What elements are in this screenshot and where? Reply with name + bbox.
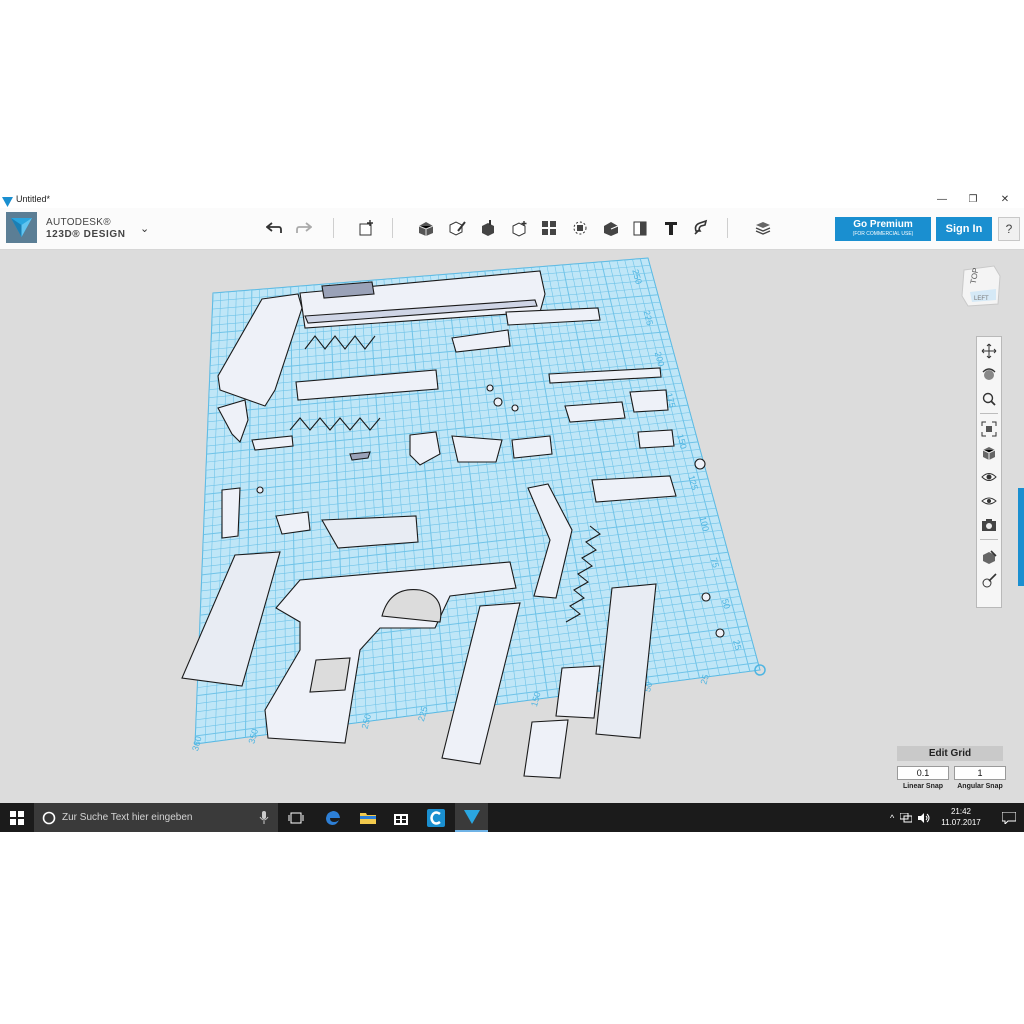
undo-icon[interactable] <box>263 217 285 239</box>
magwell-window-part <box>309 657 351 693</box>
navigation-bar <box>976 336 1002 608</box>
title-bar: Untitled* — ❐ ✕ <box>0 191 1024 208</box>
pin-part <box>694 458 706 470</box>
redo-icon[interactable] <box>293 217 315 239</box>
material-icon[interactable] <box>752 217 774 239</box>
minimize-button[interactable]: — <box>925 191 959 208</box>
modify-icon[interactable] <box>477 217 499 239</box>
plunger-part <box>275 511 311 535</box>
ejector-part <box>221 487 241 539</box>
mag-catch-part <box>511 435 553 459</box>
measure-icon[interactable] <box>600 217 622 239</box>
toolbar-divider <box>392 218 393 238</box>
system-tray: ^ <box>890 803 936 832</box>
chevron-down-icon[interactable]: ⌄ <box>140 222 149 235</box>
screenshot-icon[interactable] <box>979 515 999 535</box>
materials-icon[interactable] <box>979 571 999 591</box>
microphone-icon[interactable] <box>259 811 269 824</box>
pin-part <box>256 486 264 494</box>
pattern-icon[interactable] <box>508 217 530 239</box>
brand-autodesk: AUTODESK® <box>46 217 111 228</box>
workplane-scene[interactable]: 250225200175150125100755025 360350325250… <box>0 250 1024 803</box>
brand-product: 123D® DESIGN <box>46 229 126 240</box>
pin-part <box>486 384 494 392</box>
edit-grid-panel: Edit Grid 0.1 1 Linear Snap Angular Snap <box>895 746 1007 802</box>
pin-part <box>701 592 711 602</box>
primitives-icon[interactable] <box>355 217 377 239</box>
view-cube-left-label: LEFT <box>974 296 989 302</box>
linear-snap-input[interactable]: 0.1 <box>897 766 949 780</box>
close-button[interactable]: ✕ <box>988 191 1022 208</box>
view-mode-icon[interactable] <box>979 443 999 463</box>
app-window: Untitled* — ❐ ✕ AUTODESK® 123D® DESIGN ⌄ <box>0 191 1024 832</box>
view-cube[interactable]: TOP LEFT <box>960 262 1002 308</box>
notification-center-icon[interactable] <box>993 803 1024 832</box>
pin-part <box>715 628 725 638</box>
chevron-up-icon[interactable]: ^ <box>890 813 894 823</box>
text-tool-icon[interactable] <box>660 217 682 239</box>
angular-snap-input[interactable]: 1 <box>954 766 1006 780</box>
grip-bushing-part <box>523 719 569 779</box>
toolbar-divider <box>333 218 334 238</box>
viewport[interactable]: 250225200175150125100755025 360350325250… <box>0 250 1024 803</box>
sketch-icon[interactable] <box>415 217 437 239</box>
pin-part <box>493 397 503 407</box>
store-icon[interactable] <box>384 803 417 832</box>
edit-grid-button[interactable]: Edit Grid <box>897 746 1003 761</box>
trigger-part <box>321 515 419 549</box>
restore-button[interactable]: ❐ <box>956 191 990 208</box>
text-icon[interactable] <box>630 217 652 239</box>
thumb-safety-part <box>564 401 626 423</box>
toolbar-divider <box>727 218 728 238</box>
search-placeholder: Zur Suche Text hier eingeben <box>62 812 193 823</box>
grip-safety-part <box>629 389 669 413</box>
plunger-tube-part <box>637 429 675 449</box>
window-title: Untitled* <box>16 194 51 204</box>
base-plate-part <box>555 665 601 719</box>
main-toolbar: AUTODESK® 123D® DESIGN ⌄ Go Premium (FOR… <box>0 208 1024 250</box>
clock-date: 11.07.2017 <box>941 818 981 827</box>
side-panel-tab[interactable] <box>1018 488 1024 586</box>
taskbar-search[interactable]: Zur Suche Text hier eingeben <box>34 803 278 832</box>
start-button[interactable] <box>0 803 34 832</box>
angular-snap-label: Angular Snap <box>957 783 1003 790</box>
app-menu-logo[interactable] <box>6 212 37 243</box>
zoom-icon[interactable] <box>979 389 999 409</box>
grid-label: 360 <box>190 735 204 752</box>
edge-browser-icon[interactable] <box>316 803 349 832</box>
windows-taskbar: Zur Suche Text hier eingeben ^ 21:42 11.… <box>0 803 1024 832</box>
go-premium-sublabel: (FOR COMMERCIAL USE) <box>852 231 914 237</box>
pan-icon[interactable] <box>979 341 999 361</box>
grouping-icon[interactable] <box>538 217 560 239</box>
go-premium-button[interactable]: Go Premium (FOR COMMERCIAL USE) <box>835 217 931 241</box>
windows-logo-icon <box>10 810 24 825</box>
cortana-icon <box>42 811 56 825</box>
taskbar-clock[interactable]: 21:42 11.07.2017 <box>938 806 984 828</box>
autodesk-123d-taskbar-icon[interactable] <box>455 803 488 832</box>
linear-snap-label: Linear Snap <box>902 783 944 790</box>
task-view-icon[interactable] <box>279 803 312 832</box>
construct-icon[interactable] <box>446 217 468 239</box>
pin-part <box>511 404 519 412</box>
orbit-icon[interactable] <box>979 365 999 385</box>
snap-tool-icon[interactable] <box>979 547 999 567</box>
help-button[interactable]: ? <box>998 217 1020 241</box>
clock-time: 21:42 <box>950 807 972 816</box>
sign-in-button[interactable]: Sign In <box>936 217 992 241</box>
disconnector-part <box>451 435 503 463</box>
file-explorer-icon[interactable] <box>351 803 384 832</box>
ccleaner-icon[interactable] <box>419 803 452 832</box>
nav-divider <box>980 413 998 414</box>
go-premium-label: Go Premium <box>853 219 913 230</box>
volume-icon[interactable] <box>918 812 930 823</box>
fit-icon[interactable] <box>979 419 999 439</box>
combine-icon[interactable] <box>569 217 591 239</box>
snap-icon[interactable] <box>690 217 712 239</box>
nav-divider <box>980 539 998 540</box>
network-icon[interactable] <box>900 812 913 823</box>
material-view-icon[interactable] <box>979 491 999 511</box>
visibility-icon[interactable] <box>979 467 999 487</box>
